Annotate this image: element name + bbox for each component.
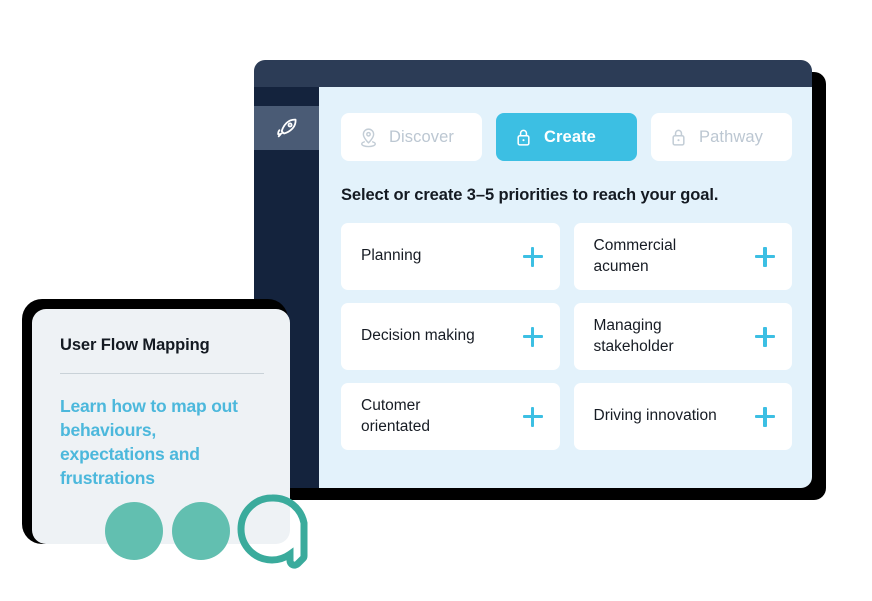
lock-icon (514, 127, 533, 148)
priorities-heading: Select or create 3–5 priorities to reach… (341, 186, 719, 204)
screenshot-root: Discover Create Pathway Select or create… (0, 0, 872, 601)
lock-icon (669, 127, 688, 148)
map-pin-icon (359, 127, 378, 148)
tab-discover[interactable]: Discover (341, 113, 482, 161)
tab-pathway-label: Pathway (699, 127, 763, 146)
priority-card-driving-innovation[interactable]: Driving innovation (573, 383, 792, 450)
add-priority-icon[interactable] (755, 406, 775, 427)
info-card-divider (60, 373, 264, 374)
sidebar-item-rocket[interactable] (254, 106, 319, 150)
priority-label: Planning (361, 247, 422, 265)
priority-label: Commercial acumen (593, 237, 677, 275)
priority-card-commercial-acumen[interactable]: Commercial acumen (573, 223, 792, 290)
tab-create-label: Create (544, 127, 596, 146)
priority-label: Cutomer orientated (361, 397, 430, 435)
app-window: Discover Create Pathway Select or create… (254, 60, 812, 488)
priority-label: Decision making (361, 327, 475, 345)
window-titlebar (254, 60, 812, 87)
add-priority-icon[interactable] (522, 406, 543, 427)
tab-create[interactable]: Create (496, 113, 637, 161)
rocket-icon (274, 116, 299, 141)
tab-bar: Discover Create Pathway (341, 113, 792, 161)
window-body: Discover Create Pathway Select or create… (254, 87, 812, 488)
priority-card-decision-making[interactable]: Decision making (341, 303, 560, 370)
priority-label: Managing stakeholder (593, 317, 674, 355)
info-card: User Flow Mapping Learn how to map out b… (32, 309, 290, 544)
add-priority-icon[interactable] (522, 326, 543, 347)
content-area: Discover Create Pathway Select or create… (319, 87, 812, 488)
priority-card-managing-stakeholder[interactable]: Managing stakeholder (573, 303, 792, 370)
info-card-title: User Flow Mapping (60, 336, 210, 354)
add-priority-icon[interactable] (522, 246, 543, 267)
info-card-body: Learn how to map out behaviours, expecta… (60, 396, 238, 488)
tab-pathway[interactable]: Pathway (651, 113, 792, 161)
priority-grid: Planning Commercial acumen Decision maki… (341, 223, 792, 450)
priority-card-cutomer-orientated[interactable]: Cutomer orientated (341, 383, 560, 450)
add-priority-icon[interactable] (755, 326, 775, 347)
priority-card-planning[interactable]: Planning (341, 223, 560, 290)
tab-discover-label: Discover (389, 127, 454, 146)
add-priority-icon[interactable] (755, 246, 775, 267)
priority-label: Driving innovation (593, 407, 717, 425)
